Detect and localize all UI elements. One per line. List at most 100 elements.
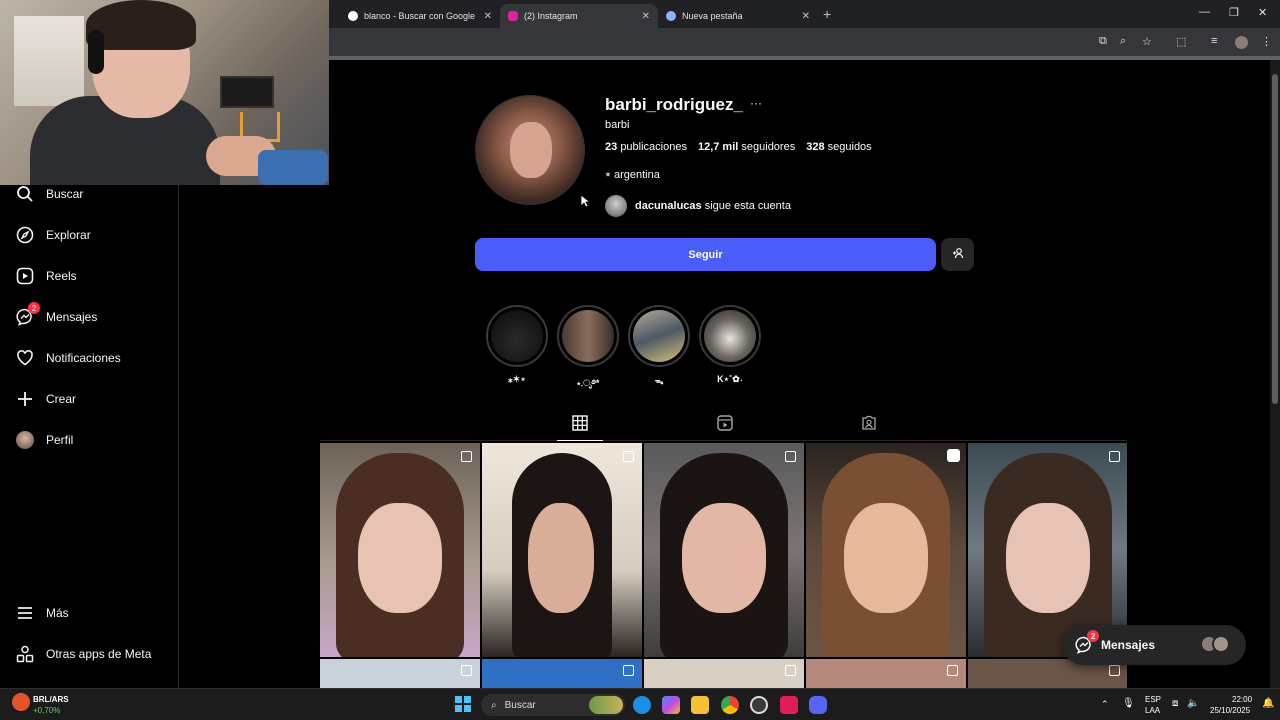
sidebar-item-buscar[interactable]: Buscar bbox=[16, 182, 83, 206]
post-image-face bbox=[528, 503, 594, 613]
profile-picture[interactable] bbox=[475, 95, 585, 205]
carousel-icon bbox=[461, 451, 472, 462]
sidebar-item-otras-apps[interactable]: Otras apps de Meta bbox=[16, 642, 151, 666]
profile-username: barbi_rodriguez_ bbox=[605, 95, 743, 114]
more-options-icon[interactable]: ··· bbox=[750, 96, 762, 110]
post-thumbnail[interactable] bbox=[644, 659, 804, 688]
language-layout[interactable]: LAA bbox=[1145, 706, 1160, 715]
chrome-icon[interactable] bbox=[721, 696, 739, 714]
copilot-icon[interactable] bbox=[662, 696, 680, 714]
chevron-up-icon[interactable]: ⌃ bbox=[1101, 699, 1109, 710]
highlight[interactable]: ⋆.ೃ࿔* bbox=[557, 305, 619, 399]
widget-change: +0,70% bbox=[33, 706, 61, 715]
close-icon[interactable]: ✕ bbox=[484, 11, 492, 22]
zoom-icon[interactable]: ⌕ bbox=[1120, 35, 1126, 48]
tab-google[interactable]: blanco - Buscar con Google ✕ bbox=[340, 4, 500, 28]
highlight-image bbox=[633, 310, 685, 362]
bookmark-star-icon[interactable]: ☆ bbox=[1142, 35, 1152, 48]
post-thumbnail[interactable] bbox=[806, 659, 966, 688]
following-stat[interactable]: 328 seguidos bbox=[806, 141, 871, 153]
tagged-icon bbox=[861, 415, 877, 436]
post-thumbnail[interactable] bbox=[320, 443, 480, 657]
clock-app-icon[interactable] bbox=[750, 696, 768, 714]
sidebar-item-perfil[interactable]: Perfil bbox=[16, 428, 73, 452]
restore-icon[interactable]: ❐ bbox=[1229, 6, 1239, 19]
tab-posts[interactable] bbox=[557, 414, 603, 441]
sidebar-item-notificaciones[interactable]: Notificaciones bbox=[16, 346, 121, 370]
sidebar-item-mas[interactable]: Más bbox=[16, 601, 69, 625]
menu-icon bbox=[16, 604, 34, 622]
sidebar-item-crear[interactable]: Crear bbox=[16, 387, 76, 411]
post-thumbnail[interactable] bbox=[320, 659, 480, 688]
webcam-tv bbox=[220, 76, 274, 108]
media-icon[interactable]: ≡ bbox=[1211, 35, 1217, 47]
discord-icon[interactable] bbox=[809, 696, 827, 714]
close-icon[interactable]: ✕ bbox=[642, 11, 650, 22]
file-explorer-icon[interactable] bbox=[691, 696, 709, 714]
followers-stat[interactable]: 12,7 mil seguidores bbox=[698, 141, 795, 153]
plus-icon bbox=[16, 390, 34, 408]
follow-button[interactable]: Seguir bbox=[475, 238, 936, 271]
followed-by[interactable]: dacunalucas sigue esta cuenta bbox=[605, 195, 791, 217]
highlight[interactable]: ⁎✶⋆ bbox=[486, 305, 548, 385]
volume-icon[interactable]: 🔈 bbox=[1187, 698, 1199, 709]
tab-tagged[interactable] bbox=[860, 415, 878, 436]
following-label: seguidos bbox=[827, 141, 872, 153]
currency-widget-icon[interactable] bbox=[12, 693, 30, 711]
profile-avatar[interactable] bbox=[1235, 36, 1248, 49]
minimize-icon[interactable]: — bbox=[1199, 6, 1210, 18]
notification-badge: 2 bbox=[1087, 630, 1099, 642]
sidebar-item-reels[interactable]: Reels bbox=[16, 264, 77, 288]
followed-by-suffix: sigue esta cuenta bbox=[704, 200, 791, 212]
tab-instagram[interactable]: (2) Instagram ✕ bbox=[500, 4, 658, 28]
sidebar-item-label: Buscar bbox=[46, 187, 84, 201]
post-thumbnail[interactable] bbox=[806, 443, 966, 657]
sidebar-item-mensajes[interactable]: 2 Mensajes bbox=[16, 302, 97, 329]
tab-new[interactable]: Nueva pestaña ✕ bbox=[658, 4, 818, 28]
conversation-avatars bbox=[1200, 635, 1232, 655]
messenger-icon: 2 bbox=[1075, 630, 1099, 654]
highlight-label: ⋆.ೃ࿔* bbox=[576, 378, 600, 388]
highlight[interactable]: ᯓ bbox=[628, 305, 690, 387]
new-tab-icon[interactable]: + bbox=[823, 6, 831, 22]
clock-time[interactable]: 22:00 bbox=[1232, 695, 1252, 704]
tab-reels[interactable] bbox=[716, 414, 734, 434]
meta-apps-icon bbox=[16, 645, 34, 663]
widget-title: BRL/ARS bbox=[33, 695, 69, 704]
cast-icon[interactable]: ⧉ bbox=[1099, 35, 1107, 48]
clock-date[interactable]: 25/10/2025 bbox=[1210, 706, 1250, 715]
posts-count: 23 bbox=[605, 141, 618, 153]
followed-by-text: dacunalucas sigue esta cuenta bbox=[635, 200, 791, 212]
microphone-icon[interactable]: 🎙 bbox=[1122, 698, 1135, 709]
highlight[interactable]: K⋆˚✿˖ bbox=[699, 305, 761, 385]
profile-full-name: barbi bbox=[605, 119, 630, 131]
edge-icon[interactable] bbox=[633, 696, 651, 714]
tiktok-icon[interactable] bbox=[780, 696, 798, 714]
webcam-headset bbox=[88, 30, 104, 74]
scrollbar-thumb[interactable] bbox=[1272, 74, 1278, 404]
windows-start-icon[interactable] bbox=[455, 696, 471, 712]
sidebar-item-explorar[interactable]: Explorar bbox=[16, 223, 91, 247]
reels-icon bbox=[16, 267, 34, 285]
close-icon[interactable]: ✕ bbox=[802, 11, 810, 22]
network-icon[interactable]: ⧈ bbox=[1172, 698, 1178, 709]
window-close-icon[interactable]: ✕ bbox=[1258, 6, 1267, 19]
taskbar-search[interactable]: ⌕ Buscar bbox=[481, 694, 625, 716]
post-thumbnail[interactable] bbox=[482, 659, 642, 688]
profile-stats: 23 publicaciones 12,7 mil seguidores 328… bbox=[605, 141, 872, 153]
language-code[interactable]: ESP bbox=[1145, 695, 1161, 704]
page-scrollbar[interactable] bbox=[1270, 60, 1280, 688]
messages-pill[interactable]: 2 Mensajes bbox=[1063, 625, 1246, 665]
instagram-icon bbox=[508, 11, 518, 21]
post-thumbnail[interactable] bbox=[644, 443, 804, 657]
post-thumbnail[interactable] bbox=[482, 443, 642, 657]
tab-label: blanco - Buscar con Google bbox=[364, 11, 476, 21]
kebab-menu-icon[interactable]: ⋮ bbox=[1261, 35, 1272, 48]
post-image-face bbox=[358, 503, 442, 613]
extensions-icon[interactable]: ⬚ bbox=[1176, 35, 1186, 48]
followers-count: 12,7 mil bbox=[697, 141, 739, 153]
suggested-users-button[interactable] bbox=[941, 238, 974, 271]
following-count: 328 bbox=[806, 141, 825, 153]
notification-bell-icon[interactable]: 🔔 bbox=[1262, 698, 1274, 709]
sidebar-item-label: Otras apps de Meta bbox=[46, 647, 152, 661]
